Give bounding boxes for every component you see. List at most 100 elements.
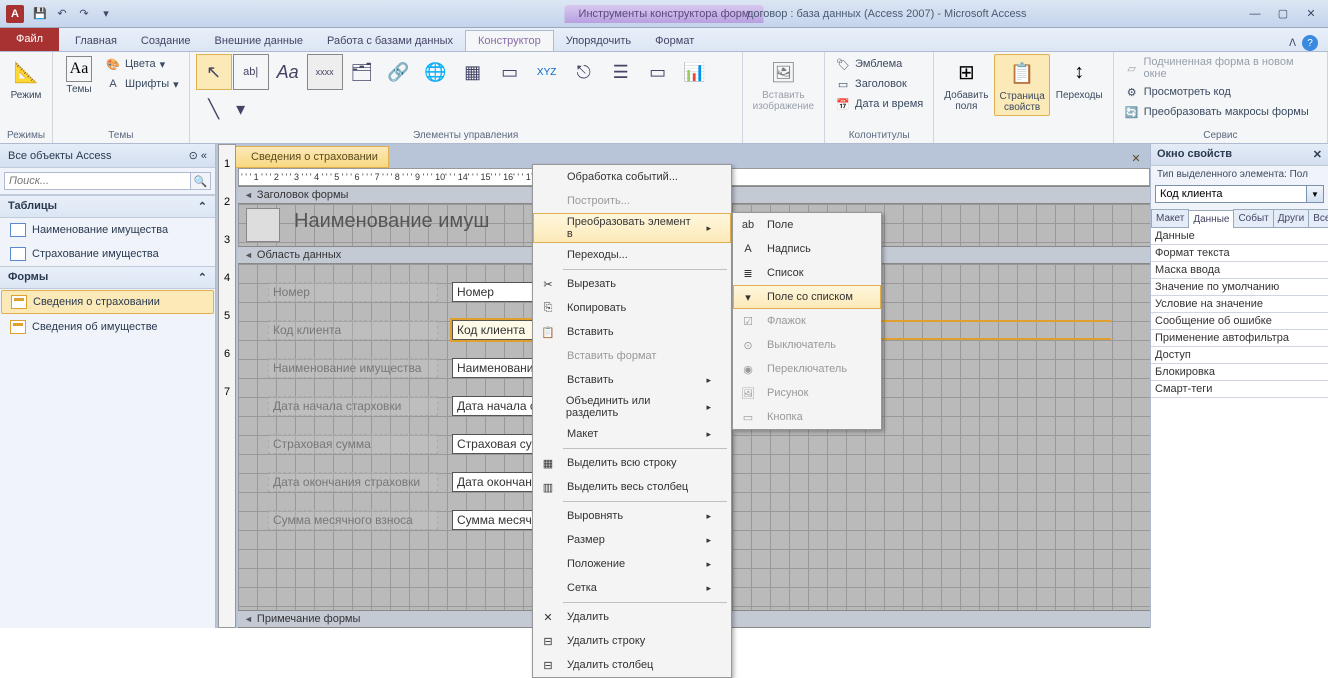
close-button[interactable]: ✕ bbox=[1298, 5, 1324, 23]
property-row[interactable]: Доступ bbox=[1151, 347, 1328, 364]
menu-item[interactable]: 📋Вставить bbox=[533, 320, 731, 344]
tab-create[interactable]: Создание bbox=[129, 31, 203, 51]
property-element-combo[interactable]: ▼ bbox=[1155, 185, 1324, 203]
tab-external[interactable]: Внешние данные bbox=[203, 31, 315, 51]
property-row[interactable]: Данные bbox=[1151, 228, 1328, 245]
property-row[interactable]: Формат текста bbox=[1151, 245, 1328, 262]
property-element-input[interactable] bbox=[1155, 185, 1307, 203]
menu-item[interactable]: ≣Список bbox=[733, 261, 881, 285]
menu-item[interactable]: Макет▸ bbox=[533, 422, 731, 446]
menu-item[interactable]: ⊟Удалить строку bbox=[533, 629, 731, 653]
field-label[interactable]: Наименование имущества bbox=[268, 358, 438, 378]
collapse-icon[interactable]: ⌃ bbox=[198, 271, 207, 284]
button-icon[interactable]: xxxx bbox=[307, 54, 343, 90]
property-row[interactable]: Смарт-теги bbox=[1151, 381, 1328, 398]
undo-icon[interactable]: ↶ bbox=[52, 4, 72, 24]
property-row[interactable]: Блокировка bbox=[1151, 364, 1328, 381]
file-tab[interactable]: Файл bbox=[0, 27, 59, 51]
property-row[interactable]: Значение по умолчанию bbox=[1151, 279, 1328, 296]
group-icon[interactable]: ▭ bbox=[492, 54, 528, 90]
link-icon[interactable]: 🔗 bbox=[381, 54, 417, 90]
nav-group-tables[interactable]: Таблицы⌃ bbox=[0, 195, 215, 218]
maximize-button[interactable]: ▢ bbox=[1270, 5, 1296, 23]
datetime-button[interactable]: 📅Дата и время bbox=[831, 94, 927, 114]
nav-item-form[interactable]: Сведения об имуществе bbox=[0, 315, 215, 339]
menu-item[interactable]: Преобразовать элемент в▸ bbox=[533, 213, 731, 243]
property-tab[interactable]: Макет bbox=[1151, 209, 1189, 227]
minimize-ribbon-icon[interactable]: ᐱ bbox=[1289, 38, 1296, 49]
pagebreak-icon[interactable]: ⎋ bbox=[566, 54, 602, 90]
field-label[interactable]: Код клиента bbox=[268, 320, 438, 340]
view-code-button[interactable]: ⚙Просмотреть код bbox=[1120, 82, 1321, 102]
convert-macros-button[interactable]: 🔄Преобразовать макросы формы bbox=[1120, 102, 1321, 122]
title-button[interactable]: ▭Заголовок bbox=[831, 74, 927, 94]
menu-item[interactable]: ▥Выделить весь столбец bbox=[533, 475, 731, 499]
menu-item[interactable]: ▦Выделить всю строку bbox=[533, 451, 731, 475]
field-label[interactable]: Страховая сумма bbox=[268, 434, 438, 454]
menu-item[interactable]: Объединить или разделить▸ bbox=[533, 392, 731, 422]
menu-item[interactable]: ⎘Копировать bbox=[533, 296, 731, 320]
pointer-icon[interactable]: ↖ bbox=[196, 54, 232, 90]
menu-item[interactable]: Положение▸ bbox=[533, 552, 731, 576]
combo-icon[interactable]: XYZ bbox=[529, 54, 565, 90]
menu-item[interactable]: ✂Вырезать bbox=[533, 272, 731, 296]
property-row[interactable]: Маска ввода bbox=[1151, 262, 1328, 279]
field-label[interactable]: Дата начала старховки bbox=[268, 396, 438, 416]
insert-image-button[interactable]: 🖼 Вставить изображение bbox=[749, 54, 818, 114]
property-sheet-button[interactable]: 📋 Страница свойств bbox=[994, 54, 1049, 116]
colors-button[interactable]: 🎨Цвета ▾ bbox=[101, 54, 183, 74]
fonts-button[interactable]: AШрифты ▾ bbox=[101, 74, 183, 94]
close-icon[interactable]: ✕ bbox=[1313, 148, 1322, 161]
property-tab[interactable]: Данные bbox=[1188, 210, 1234, 228]
view-button[interactable]: 📐 Режим bbox=[6, 54, 46, 103]
form-logo[interactable] bbox=[246, 208, 280, 242]
property-row[interactable]: Сообщение об ошибке bbox=[1151, 313, 1328, 330]
property-tab[interactable]: Событ bbox=[1233, 209, 1273, 227]
menu-item[interactable]: Выровнять▸ bbox=[533, 504, 731, 528]
nav-group-forms[interactable]: Формы⌃ bbox=[0, 266, 215, 289]
emblem-button[interactable]: 🏷Эмблема bbox=[831, 54, 927, 74]
property-tab[interactable]: Все bbox=[1308, 209, 1328, 227]
field-label[interactable]: Сумма месячного взноса bbox=[268, 510, 438, 530]
minimize-button[interactable]: — bbox=[1242, 5, 1268, 23]
tab-arrange[interactable]: Упорядочить bbox=[554, 31, 643, 51]
nav-dropdown-icon[interactable]: ⊙ « bbox=[189, 149, 207, 162]
nav-item-form[interactable]: Сведения о страховании bbox=[1, 290, 214, 314]
property-tab[interactable]: Други bbox=[1273, 209, 1309, 227]
tab-design[interactable]: Конструктор bbox=[465, 30, 554, 51]
line-icon[interactable]: ╲ bbox=[196, 91, 232, 127]
field-label[interactable]: Дата окончания страховки bbox=[268, 472, 438, 492]
menu-item[interactable]: Сетка▸ bbox=[533, 576, 731, 600]
close-tab-button[interactable]: ✕ bbox=[1128, 150, 1144, 166]
menu-item[interactable]: AНадпись bbox=[733, 237, 881, 261]
add-fields-button[interactable]: ⊞ Добавить поля bbox=[940, 54, 992, 114]
form-title-label[interactable]: Наименование имуш bbox=[294, 210, 489, 233]
menu-item[interactable]: Переходы... bbox=[533, 243, 731, 267]
nav-item-table[interactable]: Наименование имущества bbox=[0, 218, 215, 242]
help-icon[interactable]: ? bbox=[1302, 35, 1318, 51]
collapse-icon[interactable]: ⌃ bbox=[198, 200, 207, 213]
gallery-more-icon[interactable]: ▾ bbox=[233, 91, 249, 127]
qat-dropdown-icon[interactable]: ▾ bbox=[96, 4, 116, 24]
document-tab[interactable]: Сведения о страховании bbox=[220, 146, 389, 168]
tab-icon[interactable]: 🗂 bbox=[344, 54, 380, 90]
redo-icon[interactable]: ↷ bbox=[74, 4, 94, 24]
tab-database[interactable]: Работа с базами данных bbox=[315, 31, 465, 51]
menu-item[interactable]: ▾Поле со списком bbox=[733, 285, 881, 309]
menu-item[interactable]: Обработка событий... bbox=[533, 165, 731, 189]
label-icon[interactable]: Aa bbox=[270, 54, 306, 90]
menu-item[interactable]: ⊟Удалить столбец bbox=[533, 653, 731, 677]
save-icon[interactable]: 💾 bbox=[30, 4, 50, 24]
menu-item[interactable]: ✕Удалить bbox=[533, 605, 731, 629]
nav-item-table[interactable]: Страхование имущества bbox=[0, 242, 215, 266]
menu-item[interactable]: Вставить▸ bbox=[533, 368, 731, 392]
nav-header[interactable]: Все объекты Access ⊙ « bbox=[0, 144, 215, 168]
menu-item[interactable]: abПоле bbox=[733, 213, 881, 237]
web-icon[interactable]: 🌐 bbox=[418, 54, 454, 90]
search-input[interactable] bbox=[4, 172, 191, 190]
field-label[interactable]: Номер bbox=[268, 282, 438, 302]
property-row[interactable]: Применение автофильтра bbox=[1151, 330, 1328, 347]
subform-button[interactable]: ▱Подчиненная форма в новом окне bbox=[1120, 54, 1321, 82]
search-icon[interactable]: 🔍 bbox=[191, 172, 211, 190]
nav-icon[interactable]: ▦ bbox=[455, 54, 491, 90]
